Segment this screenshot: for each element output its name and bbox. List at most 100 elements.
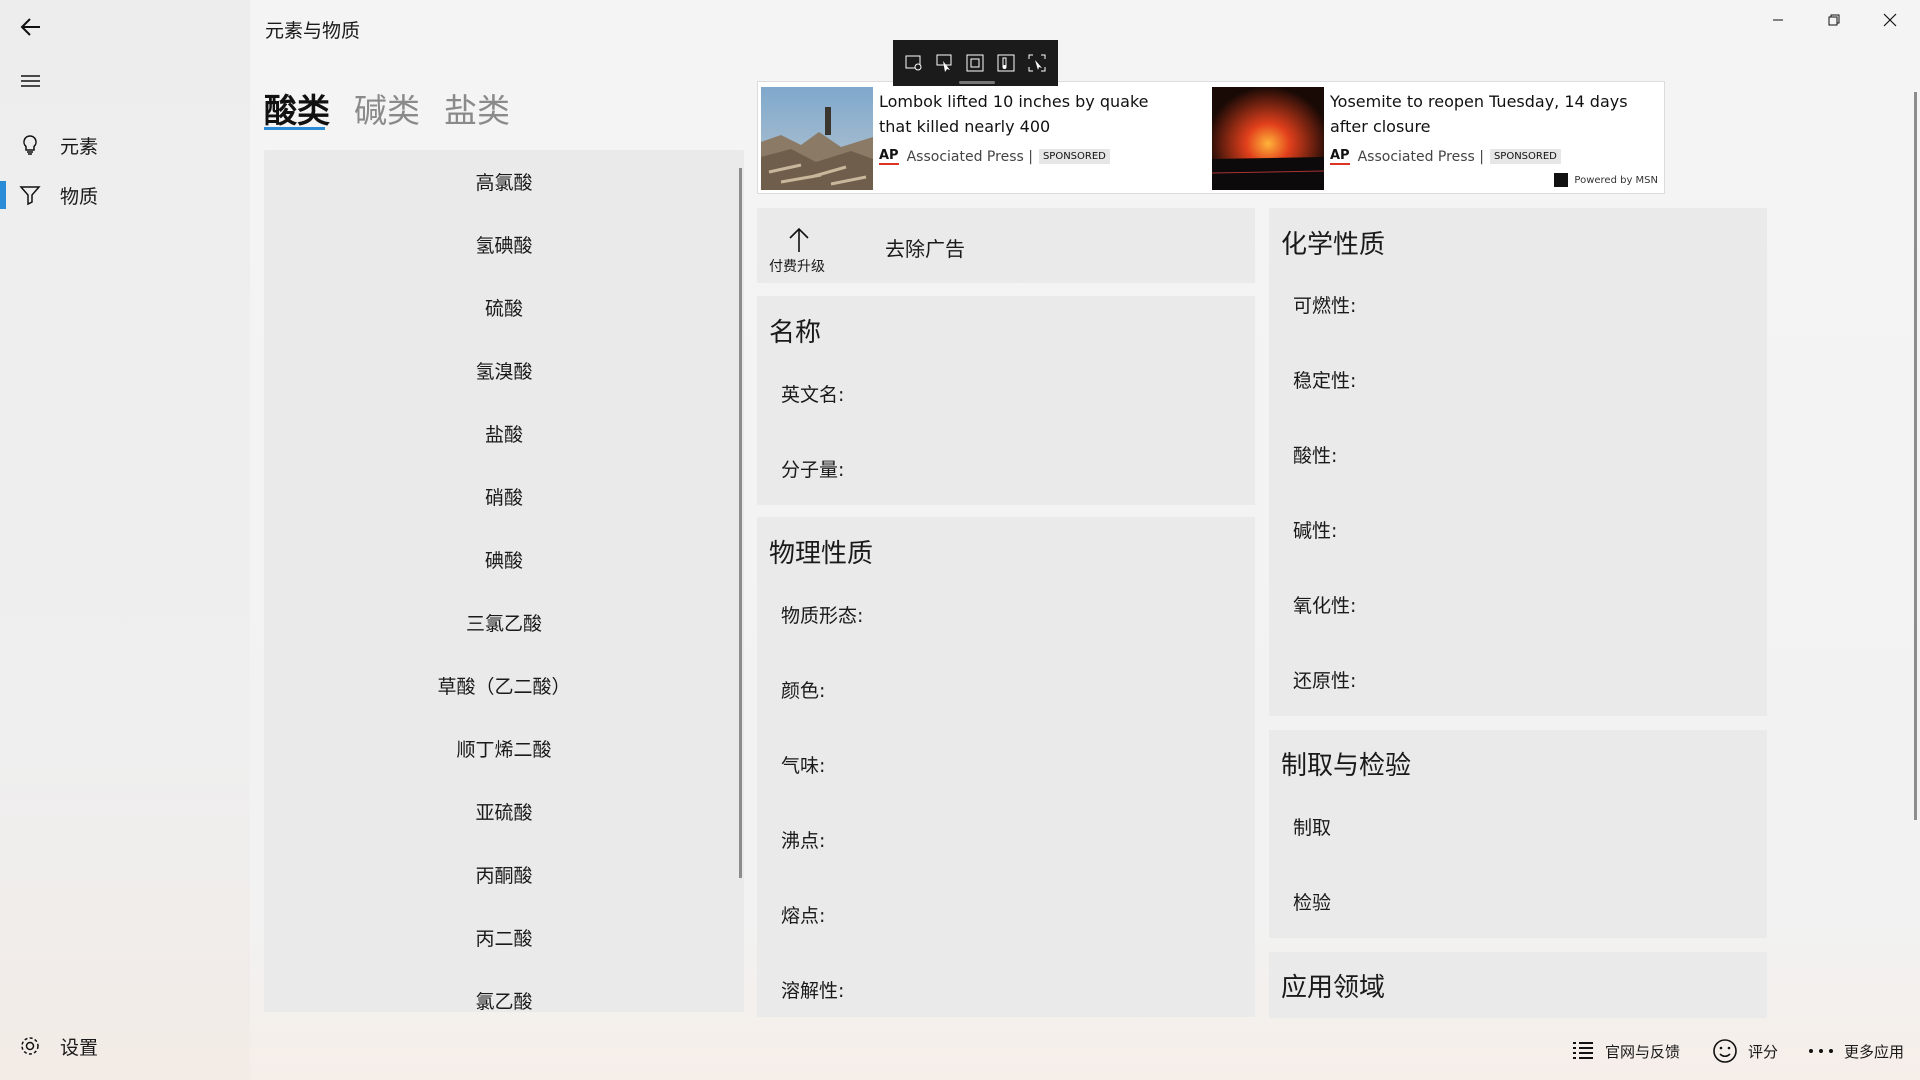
ad-banner[interactable]: Lombok lifted 10 inches by quake that ki… (757, 81, 1665, 194)
up-arrow-icon (787, 226, 811, 254)
ad-headline[interactable]: Yosemite to reopen Tuesday, 14 days afte… (1330, 89, 1630, 139)
list-item[interactable]: 硝酸 (264, 465, 744, 528)
website-feedback-button[interactable]: 官网与反馈 (1571, 1036, 1680, 1066)
close-button[interactable] (1870, 8, 1910, 32)
card-title: 制取与检验 (1281, 751, 1412, 781)
nav-item-label: 物质 (60, 185, 99, 208)
list-icon (1571, 1040, 1595, 1062)
toolbar-tool-3[interactable] (963, 51, 987, 75)
back-arrow-icon (20, 18, 40, 36)
toolbar-drag-handle[interactable] (959, 81, 995, 84)
powered-by-label: Powered by MSN (1574, 174, 1658, 186)
restore-button[interactable] (1814, 8, 1854, 32)
ad-item[interactable]: Lombok lifted 10 inches by quake that ki… (758, 85, 1203, 191)
list-item[interactable]: 草酸（乙二酸） (264, 654, 744, 717)
tab-bases[interactable]: 碱类 (354, 84, 420, 132)
gear-icon (0, 1035, 60, 1057)
sponsored-badge: SPONSORED (1038, 149, 1110, 164)
nav-item-elements[interactable]: 元素 (0, 123, 250, 167)
minimize-icon (1773, 19, 1783, 21)
field-state: 物质形态: (781, 605, 864, 627)
list-item[interactable]: 碘酸 (264, 528, 744, 591)
nav-item-substances[interactable]: 物质 (0, 173, 250, 217)
minimize-button[interactable] (1758, 8, 1798, 32)
chemical-properties-card: 化学性质 可燃性: 稳定性: 酸性: 碱性: 氧化性: 还原性: (1269, 208, 1767, 716)
tab-salts[interactable]: 盐类 (444, 84, 510, 132)
list-item[interactable]: 高氯酸 (264, 150, 744, 213)
field-reducing: 还原性: (1293, 670, 1357, 692)
sponsored-badge: SPONSORED (1489, 149, 1561, 164)
powered-by-msn: Powered by MSN (1554, 173, 1658, 187)
more-apps-button[interactable]: 更多应用 (1808, 1036, 1904, 1066)
field-flammability: 可燃性: (1293, 295, 1357, 317)
list-item[interactable]: 顺丁烯二酸 (264, 717, 744, 780)
upgrade-label[interactable]: 付费升级 (769, 256, 825, 276)
active-tab-indicator (264, 127, 325, 130)
toolbar-tool-1[interactable] (902, 51, 926, 75)
card-title: 应用领域 (1281, 973, 1386, 1003)
pointer-select-icon (936, 54, 952, 72)
list-item[interactable]: 氯乙酸 (264, 969, 744, 1012)
list-item[interactable]: 亚硫酸 (264, 780, 744, 843)
restore-icon (1828, 14, 1840, 26)
name-card: 名称 英文名: 分子量: (757, 296, 1255, 505)
window-title: 元素与物质 (265, 20, 361, 42)
rate-button[interactable]: 评分 (1712, 1036, 1778, 1066)
ad-source-name: Associated Press | (1357, 148, 1484, 165)
ad-image-wildfire (1211, 87, 1325, 190)
lightbulb-icon (0, 134, 60, 156)
card-title: 名称 (769, 318, 822, 348)
hamburger-menu-button[interactable] (19, 72, 43, 90)
toolbar-tool-4[interactable] (994, 51, 1018, 75)
website-feedback-label: 官网与反馈 (1605, 1042, 1681, 1061)
rate-label: 评分 (1748, 1042, 1779, 1061)
ad-source: AP Associated Press | SPONSORED (879, 148, 1110, 165)
ad-headline[interactable]: Lombok lifted 10 inches by quake that ki… (879, 89, 1179, 139)
close-icon (1883, 13, 1897, 27)
ad-source: AP Associated Press | SPONSORED (1330, 148, 1561, 165)
list-item[interactable]: 丙二酸 (264, 906, 744, 969)
remove-ads-label[interactable]: 去除广告 (885, 233, 965, 262)
card-title: 化学性质 (1281, 230, 1386, 260)
expand-select-icon (1028, 54, 1046, 72)
list-item[interactable]: 硫酸 (264, 276, 744, 339)
toolbar-tool-2[interactable] (933, 51, 957, 75)
field-acidity: 酸性: (1293, 445, 1338, 467)
smiley-icon (1712, 1038, 1738, 1064)
region-select-icon (966, 54, 984, 72)
screen-capture-settings-icon (905, 55, 922, 71)
filter-icon (0, 184, 60, 206)
main-scrollbar[interactable] (1914, 92, 1917, 820)
list-item[interactable]: 盐酸 (264, 402, 744, 465)
field-stability: 稳定性: (1293, 370, 1357, 392)
hamburger-icon (21, 75, 40, 87)
field-preparation: 制取 (1293, 817, 1332, 839)
field-melting-point: 熔点: (781, 905, 826, 927)
list-item[interactable]: 丙酮酸 (264, 843, 744, 906)
card-title: 物理性质 (769, 539, 874, 569)
list-item[interactable]: 氢碘酸 (264, 213, 744, 276)
tab-acids[interactable]: 酸类 (264, 84, 330, 132)
nav-item-label: 元素 (60, 135, 99, 158)
list-item[interactable]: 三氯乙酸 (264, 591, 744, 654)
field-basicity: 碱性: (1293, 520, 1338, 542)
substance-list: 高氯酸 氢碘酸 硫酸 氢溴酸 盐酸 硝酸 碘酸 三氯乙酸 草酸（乙二酸） 顺丁烯… (264, 150, 744, 1012)
field-molecular-weight: 分子量: (781, 459, 845, 481)
thermometer-icon (997, 54, 1015, 72)
field-oxidizing: 氧化性: (1293, 595, 1357, 617)
list-item[interactable]: 氢溴酸 (264, 339, 744, 402)
settings-label: 设置 (60, 1036, 99, 1059)
field-solubility: 溶解性: (781, 980, 845, 1002)
upgrade-card[interactable]: 付费升级 去除广告 (757, 208, 1255, 283)
toolbar-tool-5[interactable] (1025, 51, 1049, 75)
more-apps-label: 更多应用 (1844, 1042, 1905, 1061)
preparation-card: 制取与检验 制取 检验 (1269, 730, 1767, 938)
more-dots-icon (1808, 1047, 1834, 1055)
settings-button[interactable]: 设置 (0, 1024, 250, 1068)
list-scrollbar[interactable] (739, 168, 742, 878)
field-boiling-point: 沸点: (781, 830, 826, 852)
physical-properties-card: 物理性质 物质形态: 颜色: 气味: 沸点: 熔点: 溶解性: (757, 517, 1255, 1017)
field-color: 颜色: (781, 680, 826, 702)
back-button[interactable] (18, 14, 44, 40)
overlay-toolbar[interactable] (893, 40, 1058, 86)
